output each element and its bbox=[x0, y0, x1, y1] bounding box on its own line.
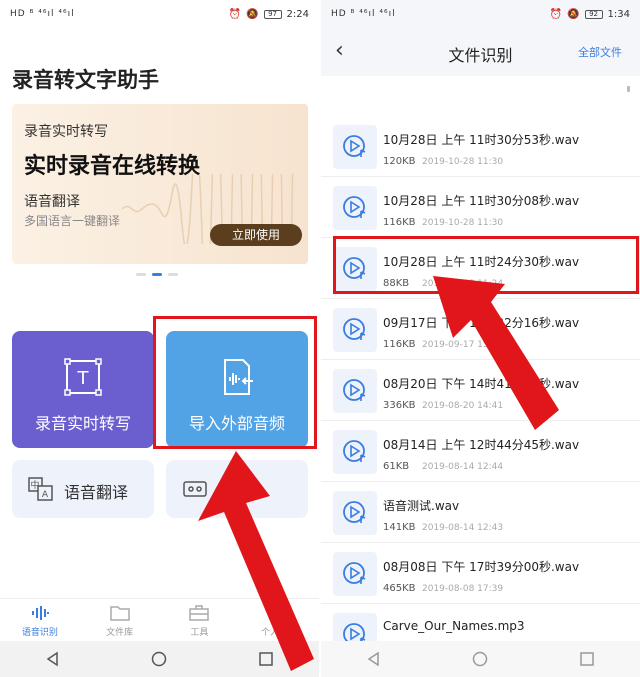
home-screen: HD ᴮ ⁴⁶ıl ⁴⁶ıl ⏰ 🔕 97 2:24 录音转文字助手 录音实时转… bbox=[0, 0, 319, 677]
carousel-dot[interactable] bbox=[136, 273, 146, 276]
translate-icon: 中 A bbox=[28, 477, 53, 501]
banner-feature: 语音翻译 bbox=[24, 194, 80, 210]
file-date: 2019-08-08 17:39 bbox=[422, 584, 504, 594]
tab-label: 语音识别 bbox=[21, 628, 58, 638]
app-title: 录音转文字助手 bbox=[12, 68, 159, 92]
file-date: 2019-08-14 12:43 bbox=[422, 523, 504, 533]
red-arrow-annotation bbox=[198, 451, 314, 671]
status-time: 1:34 bbox=[607, 8, 630, 20]
carousel-dot-active[interactable] bbox=[152, 273, 162, 276]
record-transcribe-tile[interactable]: T 录音实时转写 bbox=[12, 331, 154, 448]
svg-text:T: T bbox=[77, 368, 90, 389]
system-nav-bar bbox=[321, 641, 640, 677]
file-name: Carve_Our_Names.mp3 bbox=[383, 619, 525, 633]
banner-feature-desc: 多国语言一键翻译 bbox=[24, 214, 121, 228]
file-row[interactable]: 10月28日 上午 11时30分53秒.wav 120KB 2019-10-28 1… bbox=[321, 116, 640, 177]
voice-translate-tile[interactable]: 中 A 语音翻译 bbox=[12, 460, 154, 518]
scroll-indicator bbox=[627, 86, 630, 92]
promo-banner[interactable]: 录音实时转写 实时录音在线转换 语音翻译 多国语言一键翻译 立即使用 bbox=[12, 104, 308, 264]
record-transcribe-label: 录音实时转写 bbox=[34, 414, 131, 433]
back-triangle-icon[interactable] bbox=[366, 651, 382, 667]
back-triangle-icon[interactable] bbox=[45, 651, 61, 667]
file-name: 10月28日 上午 11时30分08秒.wav bbox=[383, 194, 580, 208]
tab-voice-recognition[interactable]: 语音识别 bbox=[0, 599, 80, 641]
signal-indicators: HD ᴮ ⁴⁶ıl ⁴⁶ıl bbox=[10, 9, 75, 19]
status-time: 2:24 bbox=[286, 8, 309, 20]
audio-file-icon bbox=[333, 369, 377, 413]
file-row[interactable]: 10月28日 上午 11时30分08秒.wav 116KB 2019-10-28 1… bbox=[321, 177, 640, 238]
battery-icon: 92 bbox=[584, 9, 603, 19]
status-bar: HD ᴮ ⁴⁶ıl ⁴⁶ıl ⏰ 🔕 92 1:34 bbox=[321, 0, 640, 28]
use-now-button[interactable]: 立即使用 bbox=[210, 224, 302, 246]
file-size: 116KB bbox=[383, 217, 416, 228]
red-arrow-annotation bbox=[433, 276, 559, 430]
svg-text:A: A bbox=[42, 490, 49, 500]
voice-translate-label: 语音翻译 bbox=[64, 483, 129, 502]
status-bar: HD ᴮ ⁴⁶ıl ⁴⁶ıl ⏰ 🔕 97 2:24 bbox=[0, 0, 319, 28]
mute-icon: 🔕 bbox=[567, 8, 580, 20]
audio-file-icon bbox=[333, 308, 377, 352]
mute-icon: 🔕 bbox=[246, 8, 259, 20]
alarm-icon: ⏰ bbox=[228, 8, 242, 20]
recents-square-icon[interactable] bbox=[579, 651, 595, 667]
page-header: ‹ 文件识别 全部文件 bbox=[321, 28, 640, 76]
file-date: 2019-08-14 12:44 bbox=[422, 462, 504, 472]
highlight-box-import bbox=[153, 316, 317, 449]
file-size: 336KB bbox=[383, 400, 416, 411]
text-recognition-icon: T bbox=[64, 358, 102, 396]
tab-file-library[interactable]: 文件库 bbox=[80, 599, 160, 641]
banner-headline: 实时录音在线转换 bbox=[24, 154, 201, 179]
file-date: 2019-10-28 11:30 bbox=[422, 218, 504, 228]
file-size: 141KB bbox=[383, 522, 416, 533]
audio-file-icon bbox=[333, 186, 377, 230]
file-size: 120KB bbox=[383, 156, 416, 167]
audio-file-icon bbox=[333, 491, 377, 535]
file-recognition-screen: HD ᴮ ⁴⁶ıl ⁴⁶ıl ⏰ 🔕 92 1:34 ‹ 文件识别 全部文件 1… bbox=[321, 0, 640, 677]
carousel-dot[interactable] bbox=[168, 273, 178, 276]
file-size: 116KB bbox=[383, 339, 416, 350]
file-name: 08月08日 下午 17时39分00秒.wav bbox=[383, 560, 580, 574]
file-date: 2019-10-28 11:30 bbox=[422, 157, 504, 167]
audio-file-icon bbox=[333, 552, 377, 596]
file-row[interactable]: 语音测试.wav 141KB 2019-08-14 12:43 bbox=[321, 482, 640, 543]
carousel-indicator[interactable] bbox=[136, 273, 178, 276]
file-size: 465KB bbox=[383, 583, 416, 594]
battery-icon: 97 bbox=[263, 9, 282, 19]
banner-subtitle: 录音实时转写 bbox=[24, 124, 108, 140]
folder-icon bbox=[109, 606, 130, 621]
home-circle-icon[interactable] bbox=[151, 651, 167, 667]
file-row[interactable]: 08月08日 下午 17时39分00秒.wav 465KB 2019-08-08 1… bbox=[321, 543, 640, 604]
audio-file-icon bbox=[333, 125, 377, 169]
all-files-link[interactable]: 全部文件 bbox=[578, 44, 622, 60]
file-name: 10月28日 上午 11时30分53秒.wav bbox=[383, 133, 580, 147]
audio-file-icon bbox=[333, 430, 377, 474]
alarm-icon: ⏰ bbox=[549, 8, 563, 20]
signal-indicators: HD ᴮ ⁴⁶ıl ⁴⁶ıl bbox=[331, 9, 396, 19]
home-circle-icon[interactable] bbox=[472, 651, 488, 667]
waveform-icon bbox=[31, 606, 49, 620]
tab-label: 文件库 bbox=[106, 628, 134, 638]
file-size: 61KB bbox=[383, 461, 410, 472]
file-name: 语音测试.wav bbox=[383, 499, 460, 513]
svg-text:中: 中 bbox=[30, 479, 39, 491]
